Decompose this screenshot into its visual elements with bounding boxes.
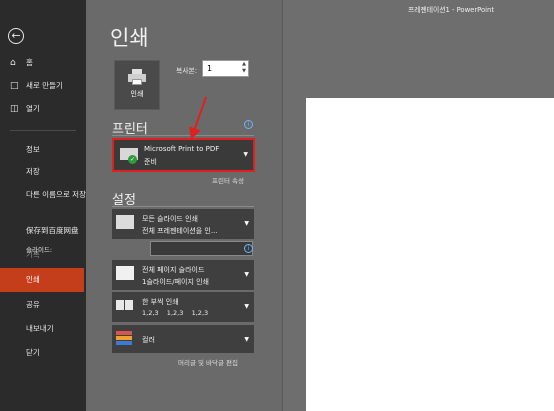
annotation-arrow (189, 96, 207, 140)
